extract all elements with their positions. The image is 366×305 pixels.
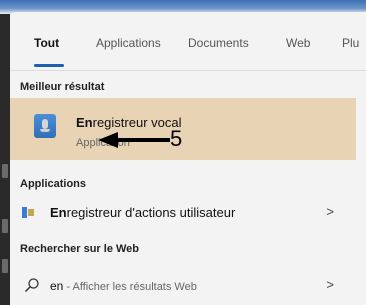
best-result-name: Enregistreur vocal — [76, 115, 182, 130]
left-edge — [0, 14, 10, 305]
best-result-heading: Meilleur résultat — [20, 81, 105, 93]
tab-documents[interactable]: Documents — [188, 36, 249, 50]
edge-marker — [2, 164, 8, 178]
best-result-item[interactable]: Enregistreur vocal Application — [10, 98, 356, 160]
steps-recorder-icon — [22, 207, 34, 218]
tabs-divider — [10, 70, 366, 71]
tab-more[interactable]: Plu — [342, 36, 359, 50]
web-search-heading: Rechercher sur le Web — [20, 243, 140, 255]
annotation-number: 5 — [170, 126, 183, 151]
web-search-query: en - Afficher les résultats Web — [50, 279, 197, 293]
applications-heading: Applications — [20, 178, 87, 190]
chevron-right-icon[interactable]: > — [326, 204, 334, 219]
app-result-label: Enregistreur d'actions utilisateur — [50, 205, 236, 220]
web-search-result[interactable]: en - Afficher les résultats Web > — [10, 271, 356, 299]
edge-marker — [2, 219, 8, 233]
chevron-right-icon[interactable]: > — [326, 277, 334, 292]
annotation-arrow-icon — [98, 132, 170, 148]
search-icon — [24, 278, 39, 293]
tab-applications[interactable]: Applications — [96, 36, 161, 50]
app-result-steps-recorder[interactable]: Enregistreur d'actions utilisateur > — [10, 198, 356, 226]
tab-web[interactable]: Web — [286, 36, 310, 50]
tab-tout[interactable]: Tout — [34, 36, 59, 50]
search-tabs: Tout Applications Documents Web Plu — [10, 12, 366, 70]
edge-marker — [2, 259, 8, 273]
voice-recorder-icon — [34, 114, 56, 138]
active-tab-indicator — [34, 64, 64, 67]
